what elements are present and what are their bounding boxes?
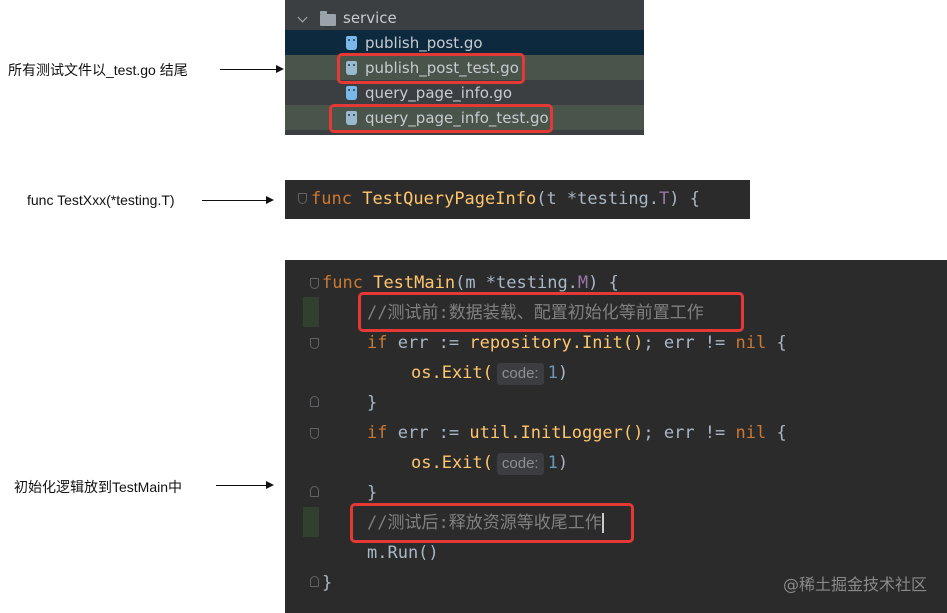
- code-comment: //测试后:释放资源等收尾工作: [367, 513, 602, 533]
- text-caret: [601, 513, 604, 533]
- line-highlight: [303, 507, 319, 537]
- code-line: if err := repository.Init(); err != nil …: [367, 328, 787, 358]
- fold-icon[interactable]: [310, 486, 319, 497]
- code-line: os.Exit(code: 1): [411, 448, 568, 478]
- arrow-icon: [220, 65, 284, 73]
- keyword: if: [367, 333, 388, 353]
- annotation-test-main: 初始化逻辑放到TestMain中: [14, 479, 183, 495]
- tree-file[interactable]: query_page_info_test.go: [285, 105, 644, 130]
- function-call: m.Run(): [367, 543, 439, 563]
- code-text: err :=: [387, 423, 470, 443]
- fold-icon[interactable]: [310, 428, 319, 439]
- code-line: if err := util.InitLogger(); err != nil …: [367, 418, 787, 448]
- code-line: m.Run(): [367, 538, 439, 568]
- code-text: ; err !=: [643, 333, 736, 353]
- tree-file[interactable]: query_page_info.go: [285, 80, 644, 105]
- keyword: nil: [735, 333, 767, 353]
- type-name: M: [577, 273, 589, 293]
- annotation-test-func: func TestXxx(*testing.T): [27, 192, 175, 208]
- function-name: TestMain: [373, 273, 456, 293]
- line-highlight: [303, 297, 319, 327]
- tree-folder-service[interactable]: service: [285, 5, 644, 30]
- tree-file[interactable]: publish_post_test.go: [285, 55, 644, 80]
- tree-file[interactable]: publish_post.go: [285, 30, 644, 55]
- fold-icon[interactable]: [298, 193, 307, 204]
- annotation-test-file: 所有测试文件以_test.go 结尾: [8, 62, 188, 78]
- parameter-hint: code:: [496, 363, 544, 385]
- code-text: ) {: [669, 189, 700, 209]
- function-call: os.Exit(: [411, 453, 493, 473]
- project-file-tree: service publish_post.go publish_post_tes…: [285, 0, 644, 135]
- code-text: {: [766, 333, 787, 353]
- code-text: err :=: [387, 333, 470, 353]
- code-text: ): [557, 363, 569, 383]
- code-editor-test-main: func TestMain(m *testing.M) { //测试前:数据装载…: [285, 260, 947, 613]
- file-label: publish_post.go: [365, 34, 483, 52]
- keyword: func: [311, 189, 352, 209]
- code-text: (m *testing.: [455, 273, 578, 293]
- code-line: }: [322, 573, 333, 593]
- function-call: util.InitLogger(): [469, 423, 644, 443]
- code-line: os.Exit(code: 1): [411, 358, 568, 388]
- folder-icon: [320, 11, 336, 26]
- code-text: ): [557, 453, 569, 473]
- file-label: query_page_info_test.go: [365, 109, 549, 127]
- code-line: func TestMain(m *testing.M) {: [322, 268, 619, 298]
- file-label: publish_post_test.go: [365, 59, 519, 77]
- fold-icon[interactable]: [310, 338, 319, 349]
- code-line: }: [367, 393, 378, 413]
- go-file-icon: [346, 36, 357, 50]
- code-text: {: [766, 423, 787, 443]
- keyword: nil: [735, 423, 767, 443]
- arrow-icon: [216, 481, 274, 489]
- keyword: func: [322, 273, 363, 293]
- number-literal: 1: [547, 453, 558, 473]
- code-text: ; err !=: [643, 423, 736, 443]
- code-line: }: [367, 483, 378, 503]
- watermark: @稀土掘金技术社区: [782, 575, 927, 594]
- function-name: TestQueryPageInfo: [362, 189, 537, 209]
- fold-icon[interactable]: [310, 576, 319, 587]
- code-line: func TestQueryPageInfo(t *testing.T) {: [311, 184, 700, 214]
- folder-label: service: [343, 9, 397, 27]
- fold-icon[interactable]: [310, 396, 319, 407]
- code-line[interactable]: //测试后:释放资源等收尾工作: [367, 508, 604, 538]
- keyword: if: [367, 423, 388, 443]
- code-text: (t *testing.: [536, 189, 660, 209]
- function-call: repository.Init(): [469, 333, 644, 353]
- arrow-icon: [202, 196, 274, 204]
- number-literal: 1: [547, 363, 558, 383]
- function-call: os.Exit(: [411, 363, 493, 383]
- go-file-icon: [346, 86, 357, 100]
- go-test-file-icon: [346, 61, 357, 75]
- code-text: ) {: [588, 273, 619, 293]
- code-comment: //测试前:数据装载、配置初始化等前置工作: [367, 303, 704, 323]
- chevron-down-icon[interactable]: [297, 12, 308, 23]
- fold-icon[interactable]: [310, 278, 319, 289]
- type-name: T: [659, 189, 670, 209]
- parameter-hint: code:: [496, 453, 544, 475]
- file-label: query_page_info.go: [365, 84, 513, 102]
- code-editor-test-func: func TestQueryPageInfo(t *testing.T) {: [285, 180, 750, 219]
- go-test-file-icon: [346, 111, 357, 125]
